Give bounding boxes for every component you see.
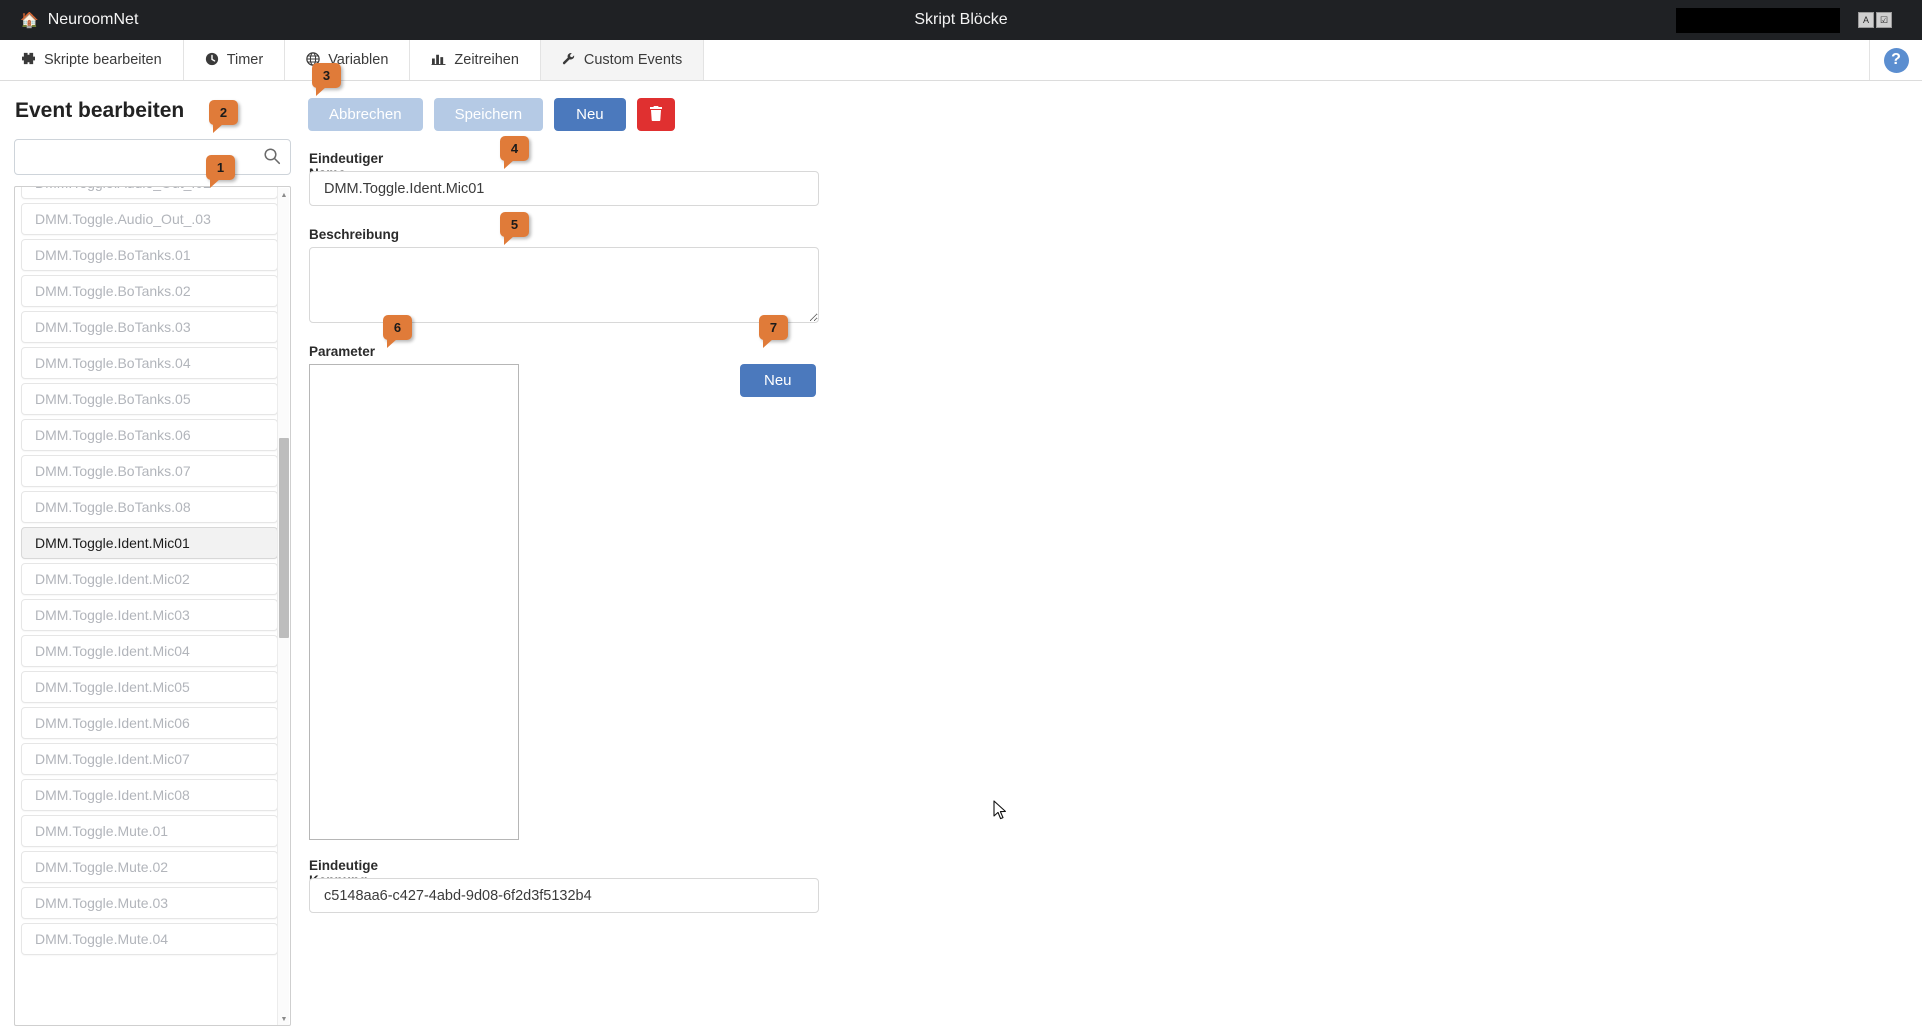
scroll-up-arrow[interactable]: ▲ (278, 189, 290, 201)
annotation-badge-4: 4 (500, 136, 529, 169)
annotation-badge-1: 1 (206, 155, 235, 188)
kennung-field[interactable] (309, 878, 819, 913)
tab-label: Timer (226, 52, 264, 68)
tab-skripte-bearbeiten[interactable]: Skripte bearbeiten (0, 40, 184, 80)
list-item[interactable]: DMM.Toggle.BoTanks.07 (21, 455, 278, 487)
tab-label: Zeitreihen (454, 52, 519, 68)
tab-timer[interactable]: Timer (183, 40, 286, 80)
tab-bar: Skripte bearbeiten Timer Variablen Zeitr… (0, 40, 1922, 81)
tab-label: Custom Events (583, 52, 683, 68)
list-item[interactable]: DMM.Toggle.BoTanks.01 (21, 239, 278, 271)
list-item[interactable]: DMM.Toggle.Ident.Mic08 (21, 779, 278, 811)
cancel-button[interactable]: Abbrechen (308, 98, 423, 131)
description-label: Beschreibung (309, 227, 400, 242)
list-item[interactable]: DMM.Toggle.BoTanks.02 (21, 275, 278, 307)
keyboard-toggle-group[interactable]: A ☑ (1858, 12, 1892, 28)
event-list-scrollbar[interactable]: ▲ ▼ (277, 188, 290, 1025)
event-list[interactable]: DMM.Toggle.Audio_Out_.02 DMM.Toggle.Audio… (14, 186, 291, 1026)
brand-label: NeuroomNet (47, 11, 139, 28)
tab-label: Skripte bearbeiten (44, 52, 162, 68)
list-item[interactable]: DMM.Toggle.Ident.Mic02 (21, 563, 278, 595)
parameter-list[interactable] (309, 364, 519, 840)
annotation-badge-2: 2 (209, 100, 238, 133)
list-item[interactable]: DMM.Toggle.Mute.03 (21, 887, 278, 919)
scrollbar-thumb[interactable] (279, 438, 289, 638)
new-button[interactable]: Neu (554, 98, 626, 131)
annotation-badge-3: 3 (312, 63, 341, 96)
mouse-cursor (993, 800, 1009, 822)
list-item[interactable]: DMM.Toggle.BoTanks.05 (21, 383, 278, 415)
list-item[interactable]: DMM.Toggle.Ident.Mic05 (21, 671, 278, 703)
tab-variablen[interactable]: Variablen (285, 40, 411, 80)
annotation-badge-6: 6 (383, 315, 412, 348)
help-icon[interactable]: ? (1883, 47, 1909, 73)
tab-zeitreihen[interactable]: Zeitreihen (410, 40, 541, 80)
wrench-icon (562, 52, 576, 69)
list-item[interactable]: DMM.Toggle.Ident.Mic04 (21, 635, 278, 667)
list-item[interactable]: DMM.Toggle.Ident.Mic07 (21, 743, 278, 775)
search-box (14, 139, 291, 175)
list-item[interactable]: DMM.Toggle.BoTanks.06 (21, 419, 278, 451)
scroll-down-arrow[interactable]: ▼ (278, 1013, 290, 1025)
page-title: Event bearbeiten (15, 99, 185, 122)
annotation-badge-5: 5 (500, 212, 529, 245)
help-cell: ? (1870, 40, 1922, 80)
save-button[interactable]: Speichern (433, 98, 544, 131)
trash-icon (649, 105, 663, 124)
list-item[interactable]: DMM.Toggle.Audio_Out_.03 (21, 203, 278, 235)
event-list-scroll: DMM.Toggle.Audio_Out_.02 DMM.Toggle.Audio… (15, 187, 290, 1025)
action-toolbar: Abbrechen Speichern Neu (308, 98, 675, 131)
description-field[interactable] (309, 247, 819, 323)
keyboard-letter-icon[interactable]: A (1858, 12, 1874, 28)
chart-icon (431, 52, 446, 68)
annotation-badge-7: 7 (759, 315, 788, 348)
brand-logo[interactable]: 🏠 NeuroomNet (20, 11, 138, 29)
redacted-user-area (1676, 8, 1840, 33)
list-item[interactable]: DMM.Toggle.BoTanks.08 (21, 491, 278, 523)
list-item[interactable]: DMM.Toggle.Ident.Mic01 (21, 527, 278, 559)
parameter-label: Parameter (309, 344, 376, 359)
list-item[interactable]: DMM.Toggle.Mute.02 (21, 851, 278, 883)
search-input[interactable] (14, 139, 291, 175)
sidebar: Event bearbeiten DMM.Toggle.Audio_Out_.0… (0, 81, 300, 1026)
list-item[interactable]: DMM.Toggle.Ident.Mic06 (21, 707, 278, 739)
tab-bar-spacer (704, 40, 1870, 80)
keyboard-layout-icon[interactable]: ☑ (1876, 12, 1892, 28)
top-bar: 🏠 NeuroomNet Skript Blöcke A ☑ (0, 0, 1922, 40)
window-title: Skript Blöcke (914, 11, 1008, 28)
parameter-new-button[interactable]: Neu (740, 364, 816, 397)
list-item[interactable]: DMM.Toggle.BoTanks.04 (21, 347, 278, 379)
clock-icon (205, 52, 219, 69)
list-item[interactable]: DMM.Toggle.Ident.Mic03 (21, 599, 278, 631)
name-field[interactable] (309, 171, 819, 206)
list-item[interactable]: DMM.Toggle.Mute.01 (21, 815, 278, 847)
delete-button[interactable] (636, 98, 675, 131)
tab-custom-events[interactable]: Custom Events (540, 40, 705, 80)
list-item[interactable]: DMM.Toggle.Audio_Out_.02 (21, 187, 278, 199)
list-item[interactable]: DMM.Toggle.BoTanks.03 (21, 311, 278, 343)
puzzle-icon (21, 52, 36, 68)
home-icon: 🏠 (20, 11, 39, 29)
list-item[interactable]: DMM.Toggle.Mute.04 (21, 923, 278, 955)
